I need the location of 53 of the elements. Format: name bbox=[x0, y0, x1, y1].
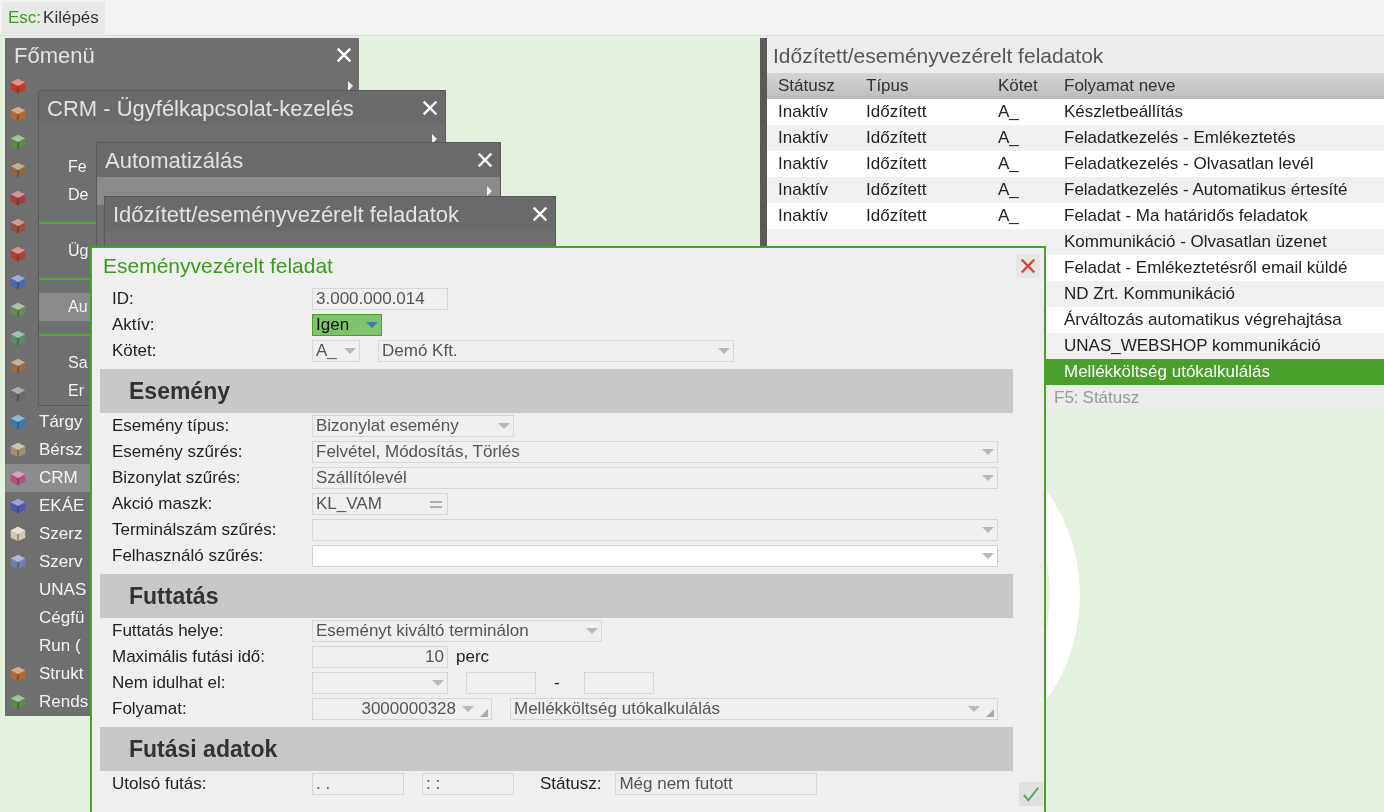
table-cell: A_ bbox=[998, 128, 1019, 148]
menu-title: Időzített/eseményvezérelt feladatok bbox=[113, 200, 460, 229]
table-cell: Időzített bbox=[866, 128, 927, 148]
table-cell: Mellékköltség utókalkulálás bbox=[1064, 362, 1270, 382]
field-label: Aktív: bbox=[112, 315, 155, 335]
field-label: Esemény típus: bbox=[112, 416, 230, 436]
table-cell: Feladat - Emlékeztetésről email küldé bbox=[1064, 258, 1348, 278]
table-cell: Árváltozás automatikus végrehajtása bbox=[1064, 310, 1342, 330]
table-cell: A_ bbox=[998, 206, 1019, 226]
key-hint: F5: bbox=[1054, 386, 1079, 409]
table-cell: Időzített bbox=[866, 206, 927, 226]
table-cell: Feladat - Ma határidős feladatok bbox=[1064, 206, 1308, 226]
table-cell: A_ bbox=[998, 154, 1019, 174]
section-title: Esemény bbox=[129, 376, 230, 406]
table-cell: Inaktív bbox=[778, 180, 829, 200]
field-label: Akció maszk: bbox=[112, 494, 213, 514]
table-cell: Inaktív bbox=[778, 154, 829, 174]
field-label: Bizonylat szűrés: bbox=[112, 468, 241, 488]
table-cell: Inaktív bbox=[778, 128, 829, 148]
table-cell: Időzített bbox=[866, 180, 927, 200]
dialog-title: Eseményvezérelt feladat bbox=[103, 253, 333, 280]
field-label: Felhasználó szűrés: bbox=[112, 546, 264, 566]
window-title: Időzített/eseményvezérelt feladatok bbox=[773, 42, 1104, 69]
field-label: Futtatás helye: bbox=[112, 621, 224, 641]
field-label: Folyamat: bbox=[112, 699, 187, 719]
table-cell: ND Zrt. Kommunikáció bbox=[1064, 284, 1235, 304]
table-cell: Feladatkezelés - Automatikus értesíté bbox=[1064, 180, 1348, 200]
field-label: ID: bbox=[112, 289, 134, 309]
field-label: Terminálszám szűrés: bbox=[112, 520, 277, 540]
field-label: Kötet: bbox=[112, 341, 157, 361]
menu-title: Automatizálás bbox=[105, 146, 244, 175]
table-cell: Készletbeállítás bbox=[1064, 102, 1184, 122]
field-label: - bbox=[554, 672, 560, 695]
field-label: perc bbox=[456, 646, 490, 669]
table-cell: Inaktív bbox=[778, 206, 829, 226]
field-label: Utolsó futás: bbox=[112, 774, 207, 794]
table-cell: Feladatkezelés - Emlékeztetés bbox=[1064, 128, 1296, 148]
table-cell: Időzített bbox=[866, 154, 927, 174]
field-label: Esemény szűrés: bbox=[112, 442, 243, 462]
field-label: Maximális futási idő: bbox=[112, 647, 266, 667]
table-cell: Feladatkezelés - Olvasatlan levél bbox=[1064, 154, 1314, 174]
section-title: Futási adatok bbox=[129, 734, 278, 764]
table-cell: A_ bbox=[998, 102, 1019, 122]
menu-title: Főmenü bbox=[14, 41, 95, 70]
field-label: Státusz: bbox=[540, 773, 602, 796]
table-cell: Kommunikáció - Olvasatlan üzenet bbox=[1064, 232, 1327, 252]
section-title: Futtatás bbox=[129, 581, 219, 611]
field-label: Nem idulhat el: bbox=[112, 673, 226, 693]
menu-title: CRM - Ügyfélkapcsolat-kezelés bbox=[47, 94, 354, 123]
table-cell: A_ bbox=[998, 180, 1019, 200]
table-cell: Időzített bbox=[866, 102, 927, 122]
table-cell: Inaktív bbox=[778, 102, 829, 122]
table-cell: UNAS_WEBSHOP kommunikáció bbox=[1064, 336, 1321, 356]
